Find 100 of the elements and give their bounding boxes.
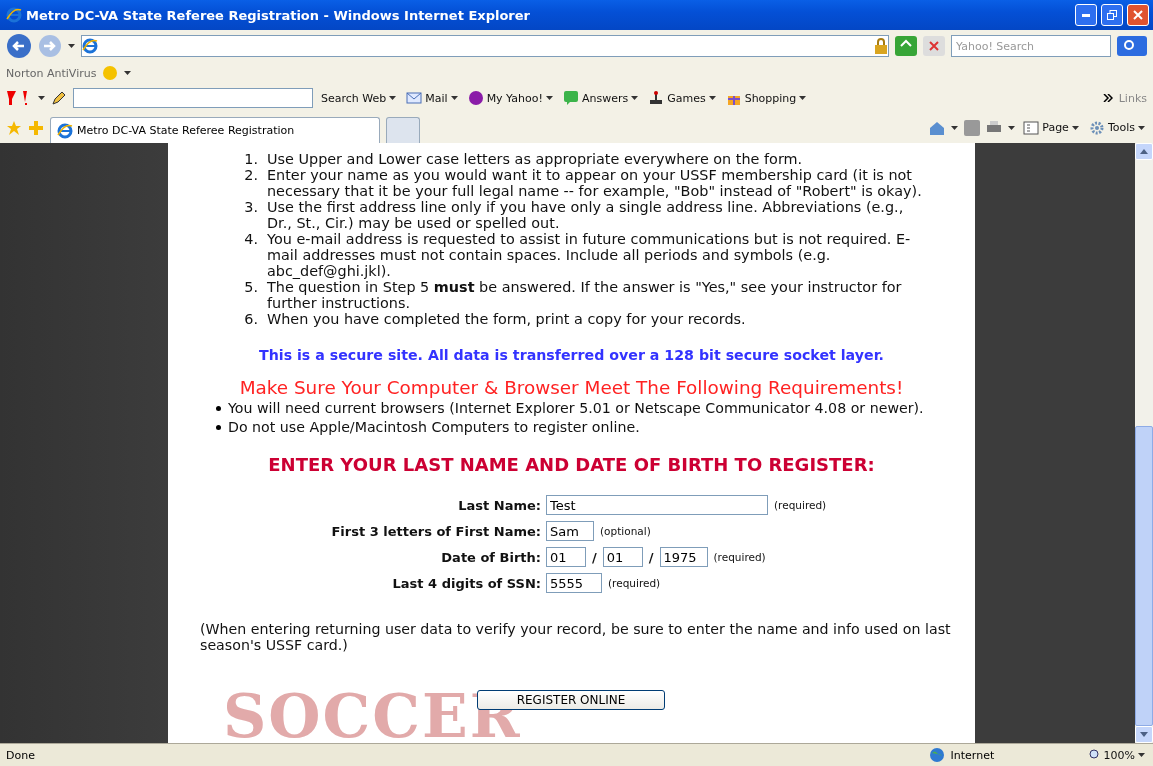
gear-icon <box>1088 119 1105 136</box>
restore-button[interactable] <box>1101 4 1123 26</box>
pencil-icon <box>51 90 67 106</box>
caret-icon <box>1071 125 1079 130</box>
caret-icon <box>38 96 45 100</box>
list-number: 5. <box>243 279 258 297</box>
caret-icon <box>389 96 397 100</box>
search-icon <box>1117 36 1147 56</box>
field-hint: (required) <box>608 577 661 589</box>
bullet-icon <box>216 425 221 430</box>
instruction-text: When you have completed the form, print a copy for your records. <box>267 311 746 327</box>
caret-icon <box>450 96 458 100</box>
forward-icon <box>38 34 62 58</box>
zone-text: Internet <box>950 748 996 762</box>
joystick-icon <box>648 90 665 106</box>
globe-icon <box>928 747 945 763</box>
chevron-icon <box>1102 94 1113 102</box>
toolbar-label: Norton AntiVirus <box>6 66 97 80</box>
page-icon <box>1023 119 1040 136</box>
requirement-text: Do not use Apple/Macintosh Computers to register online. <box>228 418 640 437</box>
close-button[interactable] <box>1127 4 1149 26</box>
secure-notice: This is a secure site. All data is transferred over a 128 bit secure socket layer. <box>258 347 885 363</box>
instruction-text: You e-mail address is requested to assist in future communications but is not required. E-mail addresses must not contain spaces. Include all periods and symbols (e.g. abc_def@ghi.jkl). <box>267 231 912 279</box>
requirements-heading: Make Sure Your Computer & Browser Meet The Following Requirements! <box>238 377 905 399</box>
browser-tab[interactable]: Metro DC-VA State Referee Registration <box>50 117 380 143</box>
caret-icon <box>799 96 807 100</box>
caret-icon <box>124 71 132 75</box>
address-field[interactable] <box>81 35 889 57</box>
up-arrow-icon <box>1140 149 1148 154</box>
lock-icon <box>874 38 888 54</box>
caret-icon <box>1138 753 1145 757</box>
date-separator: / <box>592 549 597 565</box>
input-field[interactable]: Test <box>546 495 768 515</box>
register-button[interactable]: REGISTER ONLINE <box>477 690 665 710</box>
input-field[interactable]: 01 <box>602 547 643 567</box>
minimize-button[interactable] <box>1075 4 1097 26</box>
home-icon <box>929 119 946 136</box>
field-hint: (required) <box>774 499 827 511</box>
close-icon <box>1133 10 1143 20</box>
browser-icon <box>82 38 98 54</box>
note-text: (When entering returning user data to verify your record, be sure to enter the name and info used on last season's USSF card.) <box>200 621 952 653</box>
down-arrow-icon <box>1140 732 1148 737</box>
caret-icon <box>631 96 639 100</box>
scrollbar[interactable] <box>1135 143 1153 743</box>
caret-icon <box>68 44 75 48</box>
instruction-text: The question in Step 5 must be answered. If the answer is "Yes," see your instructor for further instructions. <box>267 279 903 311</box>
refresh-icon <box>895 36 917 56</box>
caret-icon <box>545 96 553 100</box>
toolbar-item[interactable]: My Yahoo! <box>465 90 555 106</box>
search-field[interactable]: Yahoo! Search <box>951 35 1111 57</box>
caret-icon <box>1138 125 1145 130</box>
instruction-text: Enter your name as you would want it to appear on your USSF membership card (it is not necessary that it be your full legal name -- for example, "Bob" instead of "Robert" is okay). <box>267 167 922 199</box>
scroll-thumb[interactable] <box>1135 426 1153 726</box>
new-tab[interactable] <box>386 117 420 143</box>
command-button[interactable]: Tools <box>1086 119 1147 136</box>
back-icon <box>6 33 32 59</box>
circle-icon <box>467 90 484 106</box>
zoom-button[interactable]: 100% <box>1086 748 1147 762</box>
toolbar-search-field[interactable] <box>73 88 313 108</box>
toolbar-item[interactable]: Games <box>646 90 718 106</box>
list-number: 2. <box>243 167 258 185</box>
restore-icon <box>1107 10 1117 20</box>
browser-icon <box>6 7 22 23</box>
field-hint: (optional) <box>600 525 651 537</box>
status-text: Done <box>6 748 36 762</box>
input-field[interactable]: 5555 <box>546 573 602 593</box>
speech-bubble-icon <box>562 90 579 106</box>
input-field[interactable]: 1975 <box>659 547 708 567</box>
instruction-text: Use Upper and Lower case letters as appropriate everywhere on the form. <box>267 151 803 167</box>
plus-icon <box>28 119 44 136</box>
field-label: Date of Birth: <box>440 549 542 565</box>
instruction-text: Use the first address line only if you have only a single address line. Abbreviations (e.g., Dr., St., Cir.) may be used or spelled out. <box>267 199 905 231</box>
search-web-button[interactable]: Search Web <box>319 91 399 105</box>
form-heading: ENTER YOUR LAST NAME AND DATE OF BIRTH TO REGISTER: <box>267 454 876 475</box>
zoom-icon <box>1088 749 1101 761</box>
field-label: Last Name: <box>457 497 542 513</box>
command-button[interactable]: Page <box>1021 119 1081 136</box>
list-number: 6. <box>243 311 258 327</box>
window-title: Metro DC-VA State Referee Registration - Windows Internet Explorer <box>26 7 531 23</box>
input-field[interactable]: 01 <box>546 547 586 567</box>
list-number: 4. <box>243 231 258 249</box>
field-label: Last 4 digits of SSN: <box>391 575 542 591</box>
list-number: 3. <box>243 199 258 217</box>
star-icon <box>6 119 22 136</box>
field-hint: (required) <box>713 551 766 563</box>
envelope-icon <box>406 90 423 106</box>
caret-icon <box>1008 125 1016 130</box>
input-field[interactable]: Sam <box>546 521 594 541</box>
list-number: 1. <box>243 151 258 167</box>
stop-icon <box>923 36 945 56</box>
caret-icon <box>951 125 959 130</box>
requirement-text: You will need current browsers (Internet Explorer 5.01 or Netscape Communicator 4.08 or newer). <box>228 399 924 418</box>
field-label: First 3 letters of First Name: <box>330 523 542 539</box>
date-separator: / <box>648 549 654 565</box>
toolbar-item[interactable]: Answers <box>560 90 641 106</box>
toolbar-item[interactable]: Shopping <box>723 90 809 106</box>
minimize-icon <box>1082 13 1090 17</box>
bullet-icon <box>216 406 221 411</box>
browser-icon <box>57 122 73 139</box>
toolbar-item[interactable]: Mail <box>404 90 460 106</box>
